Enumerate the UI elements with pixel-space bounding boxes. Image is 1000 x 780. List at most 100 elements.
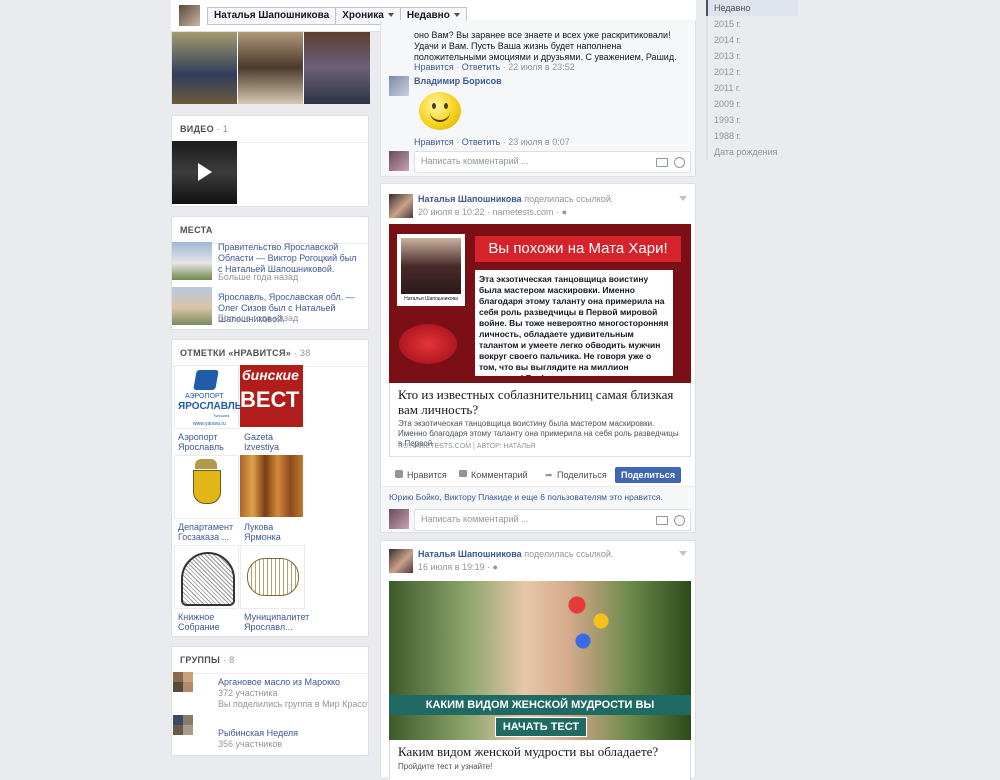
- engraving-icon: [181, 552, 235, 606]
- link-source: RU.NAMETESTS.COM | АВТОР: НАТАЛЬЯ: [398, 443, 536, 450]
- year-item[interactable]: 2012 г.: [708, 64, 798, 80]
- comment-action[interactable]: Комментарий: [471, 470, 528, 480]
- video-header[interactable]: ВИДЕО · 1: [172, 116, 368, 143]
- like-link[interactable]: Нравится: [414, 62, 454, 72]
- like-item-book-logo[interactable]: [174, 545, 239, 609]
- like-item-airport-logo[interactable]: АЭРОПОРТ ЯРОСЛАВЛЬ Туношна www.yarava.ru: [174, 365, 242, 429]
- like-item-label[interactable]: Gazeta Izvestiya: [244, 432, 299, 452]
- group-name[interactable]: Аргановое масло из Марокко: [218, 677, 340, 687]
- comment-time[interactable]: 23 июля в 0:07: [508, 137, 570, 147]
- post-options-chevron-icon[interactable]: [679, 196, 687, 201]
- link-preview-image[interactable]: Наталья Шапошникова Вы похожи на Мата Ха…: [389, 224, 691, 383]
- video-thumb[interactable]: [172, 141, 237, 204]
- likes-text[interactable]: Юрию Бойко, Виктору Плакиде и еще 6 поль…: [389, 492, 663, 502]
- commenter-name[interactable]: Владимир Борисов: [414, 76, 502, 86]
- like-item-label[interactable]: Книжное Собрание: [178, 612, 233, 632]
- likes-summary: Юрию Бойко, Виктору Плакиде и еще 6 поль…: [381, 486, 695, 507]
- lips-icon: [399, 324, 457, 364]
- like-item-gazeta-logo[interactable]: бинские ВЕСТ: [240, 365, 303, 427]
- place-thumb[interactable]: [172, 242, 212, 280]
- comment-input[interactable]: Написать комментарий ...: [414, 151, 691, 173]
- reply-link[interactable]: Ответить: [462, 137, 500, 147]
- places-header[interactable]: МЕСТА: [172, 217, 368, 244]
- places-card: МЕСТА Правительство Ярославской Области …: [171, 216, 369, 330]
- like-item-label[interactable]: Муниципалитет Ярославл...: [244, 612, 309, 632]
- photo-thumb[interactable]: [304, 31, 370, 104]
- groups-header[interactable]: ГРУППЫ · 8: [172, 647, 368, 674]
- link-preview-image[interactable]: КАКИМ ВИДОМ ЖЕНСКОЙ МУДРОСТИ ВЫ ОБЛАДАЕТ…: [389, 581, 691, 740]
- group-members: 356 участников: [218, 739, 283, 749]
- emoji-icon[interactable]: [674, 157, 685, 168]
- profile-avatar[interactable]: [179, 5, 200, 26]
- author-avatar[interactable]: [389, 194, 413, 218]
- emoji-icon[interactable]: [674, 515, 685, 526]
- group-name[interactable]: Рыбинская Неделя: [218, 728, 298, 738]
- group-member-avatar: [183, 715, 193, 725]
- share-action[interactable]: Поделиться: [557, 470, 607, 480]
- like-action[interactable]: Нравится: [407, 470, 447, 480]
- commenter-avatar[interactable]: [389, 76, 409, 96]
- like-item-label[interactable]: Департамент Госзаказа ...: [178, 522, 238, 542]
- comment-area: Написать комментарий ...: [381, 506, 695, 532]
- year-item[interactable]: 1993 г.: [708, 112, 798, 128]
- privacy-icon[interactable]: ●: [562, 207, 567, 217]
- group-extra: Вы поделились группа в Мир Красоты и ...: [218, 699, 368, 709]
- chevron-down-icon: [387, 13, 394, 18]
- flower-wreath-icon: [559, 581, 619, 661]
- post-header: Наталья Шапошникова поделилась ссылкой.: [418, 194, 614, 204]
- group-avatars[interactable]: [173, 672, 193, 692]
- like-item-goszakaz-logo[interactable]: [174, 455, 239, 519]
- year-navigation: Недавно 2015 г. 2014 г. 2013 г. 2012 г. …: [706, 0, 798, 160]
- year-item[interactable]: 2013 г.: [708, 48, 798, 64]
- share-button[interactable]: Поделиться: [615, 467, 682, 483]
- reply-link[interactable]: Ответить: [462, 62, 500, 72]
- like-item-label[interactable]: Лукова Ярмонка: [244, 522, 299, 542]
- building-icon: [247, 558, 299, 596]
- link-preview-text[interactable]: Кто из известных соблазнительниц самая б…: [389, 383, 691, 457]
- play-icon: [198, 163, 212, 181]
- group-avatars[interactable]: [173, 715, 193, 735]
- camera-icon[interactable]: [656, 158, 668, 167]
- group-member-avatar: [183, 672, 193, 682]
- logo-text: бинские: [242, 367, 299, 383]
- year-item-recent[interactable]: Недавно: [706, 0, 798, 16]
- post-header: Наталья Шапошникова поделилась ссылкой.: [418, 549, 614, 559]
- portrait-caption: Наталья Шапошникова: [404, 296, 458, 302]
- place-thumb[interactable]: [172, 287, 212, 325]
- year-item[interactable]: 2014 г.: [708, 32, 798, 48]
- comment-time[interactable]: 22 июля в 23:52: [508, 62, 575, 72]
- place-text[interactable]: Правительство Ярославской Области — Викт…: [218, 242, 363, 275]
- like-icon[interactable]: [395, 470, 403, 478]
- like-item-municipality-logo[interactable]: [240, 545, 305, 609]
- author-avatar[interactable]: [389, 549, 413, 573]
- photo-thumb[interactable]: [238, 31, 303, 104]
- year-item[interactable]: 1988 г.: [708, 128, 798, 144]
- year-item[interactable]: Дата рождения: [708, 144, 798, 160]
- author-name[interactable]: Наталья Шапошникова: [418, 549, 522, 559]
- comment-icon[interactable]: [459, 470, 467, 477]
- camera-icon[interactable]: [656, 516, 668, 525]
- photo-thumb[interactable]: [172, 31, 237, 104]
- link-preview-text[interactable]: Каким видом женской мудрости вы обладает…: [389, 740, 691, 780]
- post-options-chevron-icon[interactable]: [679, 551, 687, 556]
- post-time[interactable]: 16 июля в 19:19: [418, 562, 485, 572]
- year-item[interactable]: 2009 г.: [708, 96, 798, 112]
- coat-of-arms-icon: [193, 470, 221, 504]
- post-site[interactable]: nametests.com: [493, 207, 554, 217]
- year-item[interactable]: 2011 г.: [708, 80, 798, 96]
- author-name[interactable]: Наталья Шапошникова: [418, 194, 522, 204]
- like-item-yarmonka-logo[interactable]: [240, 455, 303, 517]
- post-meta: 16 июля в 19:19 · ●: [418, 562, 498, 572]
- post-time[interactable]: 20 июля в 10:22: [418, 207, 485, 217]
- my-avatar: [389, 151, 409, 171]
- smiley-sticker-icon: [419, 92, 461, 130]
- like-link[interactable]: Нравится: [414, 137, 454, 147]
- privacy-icon[interactable]: ●: [493, 562, 498, 572]
- like-item-label[interactable]: Аэропорт Ярославль: [178, 432, 233, 452]
- likes-header[interactable]: ОТМЕТКИ «НРАВИТСЯ» · 38: [172, 340, 368, 367]
- share-icon[interactable]: ➦: [545, 470, 553, 481]
- comment-input[interactable]: Написать комментарий ...: [414, 509, 691, 531]
- year-item[interactable]: 2015 г.: [708, 16, 798, 32]
- profile-name-link[interactable]: Наталья Шапошникова: [208, 8, 337, 24]
- start-test-button[interactable]: НАЧАТЬ ТЕСТ: [495, 717, 587, 737]
